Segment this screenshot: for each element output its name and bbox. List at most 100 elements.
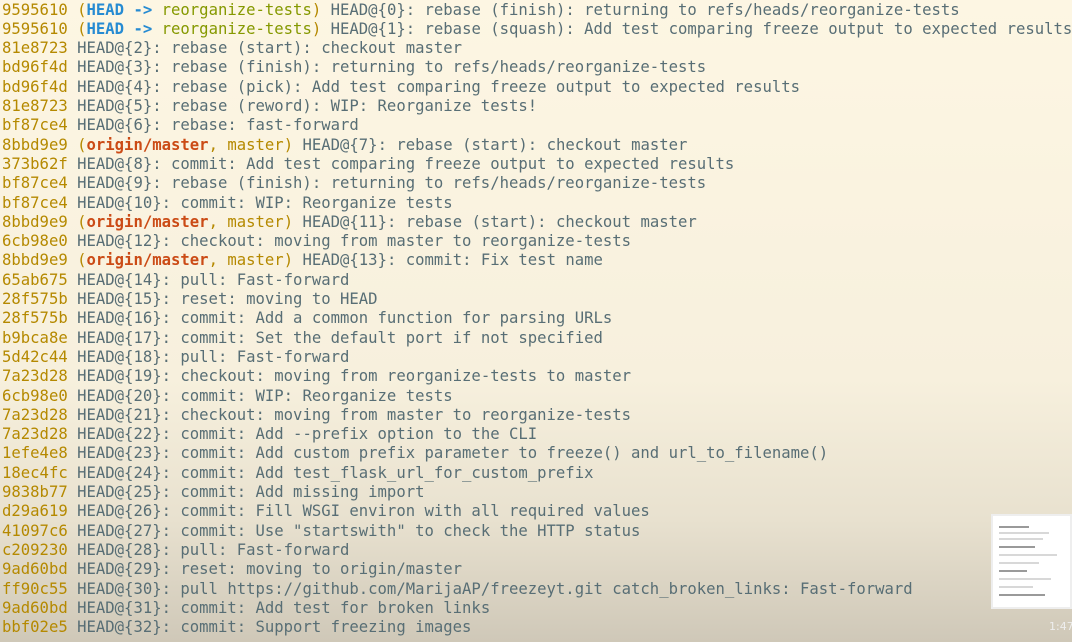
reflog-line: bf87ce4 HEAD@{6}: rebase: fast-forward: [2, 116, 359, 135]
commit-hash: 81e8723: [2, 39, 68, 58]
reflog-message: commit: Add test comparing freeze output…: [171, 154, 735, 173]
video-thumbnail[interactable]: [991, 514, 1072, 609]
decoration-comma: ,: [208, 135, 228, 154]
reflog-selector: HEAD@{24}:: [77, 463, 171, 482]
reflog-message: rebase (start): checkout master: [396, 135, 688, 154]
reflog-message: rebase (start): checkout master: [171, 39, 463, 58]
ref-decoration: (origin/master, master): [77, 213, 293, 231]
commit-hash: 28f575b: [2, 290, 68, 308]
reflog-message: commit: Add test for broken links: [180, 598, 491, 617]
reflog-message: pull: Fast-forward: [180, 270, 350, 289]
reflog-message: reset: moving to origin/master: [180, 560, 463, 579]
reflog-line: 373b62f HEAD@{8}: commit: Add test compa…: [2, 155, 734, 174]
commit-hash: bf87ce4: [2, 174, 68, 193]
reflog-line: 7a23d28 HEAD@{19}: checkout: moving from…: [2, 367, 631, 386]
reflog-line: c209230 HEAD@{28}: pull: Fast-forward: [2, 541, 349, 560]
terminal-output[interactable]: 9595610 (HEAD -> reorganize-tests) HEAD@…: [0, 0, 1072, 642]
decoration-close-paren: ): [283, 251, 294, 270]
reflog-selector: HEAD@{4}:: [77, 77, 162, 96]
reflog-selector: HEAD@{3}:: [77, 58, 162, 77]
commit-hash: bbf02e5: [2, 618, 68, 637]
reflog-message: commit: WIP: Reorganize tests: [180, 193, 453, 212]
reflog-message: checkout: moving from master to reorgani…: [180, 232, 632, 251]
commit-hash: c209230: [2, 540, 68, 559]
reflog-selector: HEAD@{31}:: [77, 598, 171, 617]
commit-hash: 9595610: [2, 19, 68, 38]
reflog-line: bf87ce4 HEAD@{10}: commit: WIP: Reorgani…: [2, 194, 453, 213]
commit-hash: 28f575b: [2, 309, 68, 328]
reflog-line: 8bbd9e9 (origin/master, master) HEAD@{11…: [2, 213, 697, 232]
reflog-selector: HEAD@{15}:: [77, 290, 171, 308]
reflog-selector: HEAD@{10}:: [77, 193, 171, 212]
reflog-message: rebase (finish): returning to refs/heads…: [171, 174, 707, 193]
reflog-line: 5d42c44 HEAD@{18}: pull: Fast-forward: [2, 348, 349, 367]
local-branch-label: master: [227, 135, 284, 154]
reflog-message: pull https://github.com/MarijaAP/freezey…: [180, 579, 913, 598]
reflog-line: ff90c55 HEAD@{30}: pull https://github.c…: [2, 580, 913, 599]
commit-hash: 373b62f: [2, 154, 68, 173]
reflog-selector: HEAD@{20}:: [77, 386, 171, 405]
reflog-message: rebase (finish): returning to refs/heads…: [171, 58, 707, 77]
ref-decoration: (origin/master, master): [77, 251, 293, 269]
reflog-selector: HEAD@{5}:: [77, 97, 162, 115]
reflog-selector: HEAD@{22}:: [77, 425, 171, 444]
decoration-comma: ,: [208, 251, 228, 270]
reflog-line: 9595610 (HEAD -> reorganize-tests) HEAD@…: [2, 1, 960, 20]
reflog-message: checkout: moving from reorganize-tests t…: [180, 367, 632, 386]
decoration-close-paren: ): [283, 212, 294, 231]
commit-hash: bf87ce4: [2, 193, 68, 212]
commit-hash: 81e8723: [2, 97, 68, 115]
reflog-line: 8bbd9e9 (origin/master, master) HEAD@{13…: [2, 251, 603, 270]
decoration-open-paren: (: [77, 251, 87, 270]
reflog-selector: HEAD@{30}:: [77, 579, 171, 598]
reflog-selector: HEAD@{27}:: [77, 521, 171, 540]
reflog-line: 28f575b HEAD@{16}: commit: Add a common …: [2, 309, 612, 328]
reflog-selector: HEAD@{23}:: [77, 444, 171, 463]
reflog-selector: HEAD@{0}:: [330, 0, 416, 19]
reflog-selector: HEAD@{14}:: [77, 270, 171, 289]
reflog-selector: HEAD@{32}:: [77, 618, 171, 637]
reflog-message: checkout: moving from master to reorgani…: [180, 405, 632, 424]
decoration-open-paren: (: [77, 135, 87, 154]
reflog-selector: HEAD@{7}:: [302, 135, 387, 154]
commit-hash: d29a619: [2, 502, 68, 521]
reflog-message: commit: Add missing import: [180, 483, 425, 501]
reflog-message: commit: Use "startswith" to check the HT…: [180, 521, 641, 540]
commit-hash: 6cb98e0: [2, 232, 68, 251]
reflog-selector: HEAD@{29}:: [77, 560, 171, 579]
head-label: HEAD: [86, 19, 125, 38]
reflog-selector: HEAD@{21}:: [77, 405, 171, 424]
reflog-message: rebase (finish): returning to refs/heads…: [424, 0, 960, 19]
video-timestamp: 1:47: [1049, 620, 1072, 633]
head-label: HEAD: [86, 0, 125, 19]
reflog-line: 7a23d28 HEAD@{22}: commit: Add --prefix …: [2, 425, 537, 444]
commit-hash: ff90c55: [2, 579, 68, 598]
reflog-line: b9bca8e HEAD@{17}: commit: Set the defau…: [2, 329, 603, 348]
commit-hash: 7a23d28: [2, 405, 68, 424]
head-arrow: ->: [133, 19, 153, 38]
reflog-message: pull: Fast-forward: [180, 540, 350, 559]
reflog-line: 8bbd9e9 (origin/master, master) HEAD@{7}…: [2, 136, 687, 155]
reflog-message: commit: Set the default port if not spec…: [180, 328, 603, 347]
commit-hash: 9ad60bd: [2, 598, 68, 617]
ref-decoration: (origin/master, master): [77, 136, 293, 154]
reflog-message: commit: Add custom prefix parameter to f…: [180, 444, 829, 463]
reflog-selector: HEAD@{16}:: [77, 309, 171, 328]
reflog-line: 28f575b HEAD@{15}: reset: moving to HEAD: [2, 290, 378, 309]
reflog-message: reset: moving to HEAD: [180, 290, 378, 308]
reflog-line: d29a619 HEAD@{26}: commit: Fill WSGI env…: [2, 502, 650, 521]
reflog-line: bd96f4d HEAD@{4}: rebase (pick): Add tes…: [2, 78, 800, 97]
ref-decoration: (HEAD -> reorganize-tests): [77, 1, 321, 19]
reflog-message: commit: Add test_flask_url_for_custom_pr…: [180, 463, 594, 482]
reflog-line: 9838b77 HEAD@{25}: commit: Add missing i…: [2, 483, 425, 502]
reflog-selector: HEAD@{9}:: [77, 174, 162, 193]
commit-hash: 5d42c44: [2, 347, 68, 366]
commit-hash: bf87ce4: [2, 116, 68, 135]
reflog-selector: HEAD@{28}:: [77, 540, 171, 559]
commit-hash: 8bbd9e9: [2, 135, 68, 154]
decoration-comma: ,: [208, 212, 228, 231]
reflog-message: rebase: fast-forward: [171, 116, 359, 135]
decoration-close-paren: ): [311, 0, 322, 19]
reflog-line: 81e8723 HEAD@{2}: rebase (start): checko…: [2, 39, 462, 58]
decoration-open-paren: (: [77, 212, 87, 231]
